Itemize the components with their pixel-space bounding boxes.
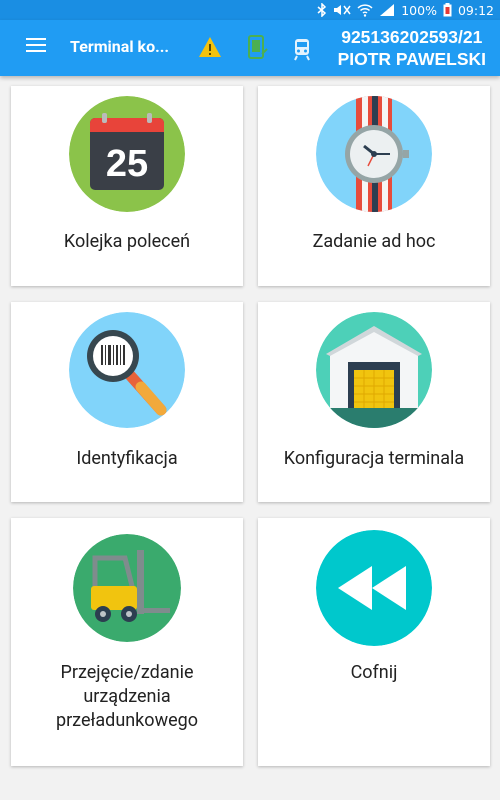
tile-ad-hoc-task[interactable]: Zadanie ad hoc xyxy=(258,86,490,286)
wifi-icon xyxy=(357,3,373,17)
bluetooth-icon xyxy=(317,3,327,17)
tile-back[interactable]: Cofnij xyxy=(258,518,490,766)
mute-icon xyxy=(333,3,351,17)
warning-icon[interactable] xyxy=(198,36,222,62)
tile-command-queue[interactable]: 25 Kolejka poleceń xyxy=(11,86,243,286)
tile-label: Identyfikacja xyxy=(76,448,178,469)
barcode-magnifier-icon xyxy=(69,312,185,428)
status-bar: 100% 09:12 xyxy=(0,0,500,20)
user-name: PIOTR PAWELSKI xyxy=(337,49,486,69)
app-title: Terminal ko... xyxy=(70,37,170,56)
tile-identification[interactable]: Identyfikacja xyxy=(11,302,243,502)
tile-label: Cofnij xyxy=(350,662,398,683)
tile-handling-device-takeover[interactable]: Przejęcie/zdanie urządzenia przeładunkow… xyxy=(11,518,243,766)
user-info: 925136202593/21 PIOTR PAWELSKI xyxy=(338,26,486,70)
forklift-icon xyxy=(73,534,181,642)
calendar-icon: 25 xyxy=(69,96,185,212)
tile-label: Kolejka poleceń xyxy=(63,231,191,252)
calendar-day: 25 xyxy=(106,143,148,185)
clock: 09:12 xyxy=(457,2,494,18)
battery-icon xyxy=(443,3,452,17)
rewind-icon xyxy=(316,530,432,646)
app-bar: Terminal ko... 925136202593/21 PIOTR PAW… xyxy=(0,20,500,76)
tile-label: Zadanie ad hoc xyxy=(312,231,436,252)
vehicle-icon xyxy=(293,37,311,65)
watch-icon xyxy=(316,96,432,212)
signal-icon xyxy=(379,3,395,17)
terminal-id: 925136202593/21 xyxy=(341,27,483,47)
tile-terminal-configuration[interactable]: Konfiguracja terminala xyxy=(258,302,490,502)
tile-label: Konfiguracja terminala xyxy=(283,448,465,469)
device-status-icon[interactable] xyxy=(246,34,268,64)
menu-icon[interactable] xyxy=(26,38,46,58)
battery-percentage: 100% xyxy=(401,2,437,18)
tile-label: Przejęcie/zdanie urządzenia przeładunkow… xyxy=(55,662,199,731)
warehouse-icon xyxy=(316,312,432,428)
